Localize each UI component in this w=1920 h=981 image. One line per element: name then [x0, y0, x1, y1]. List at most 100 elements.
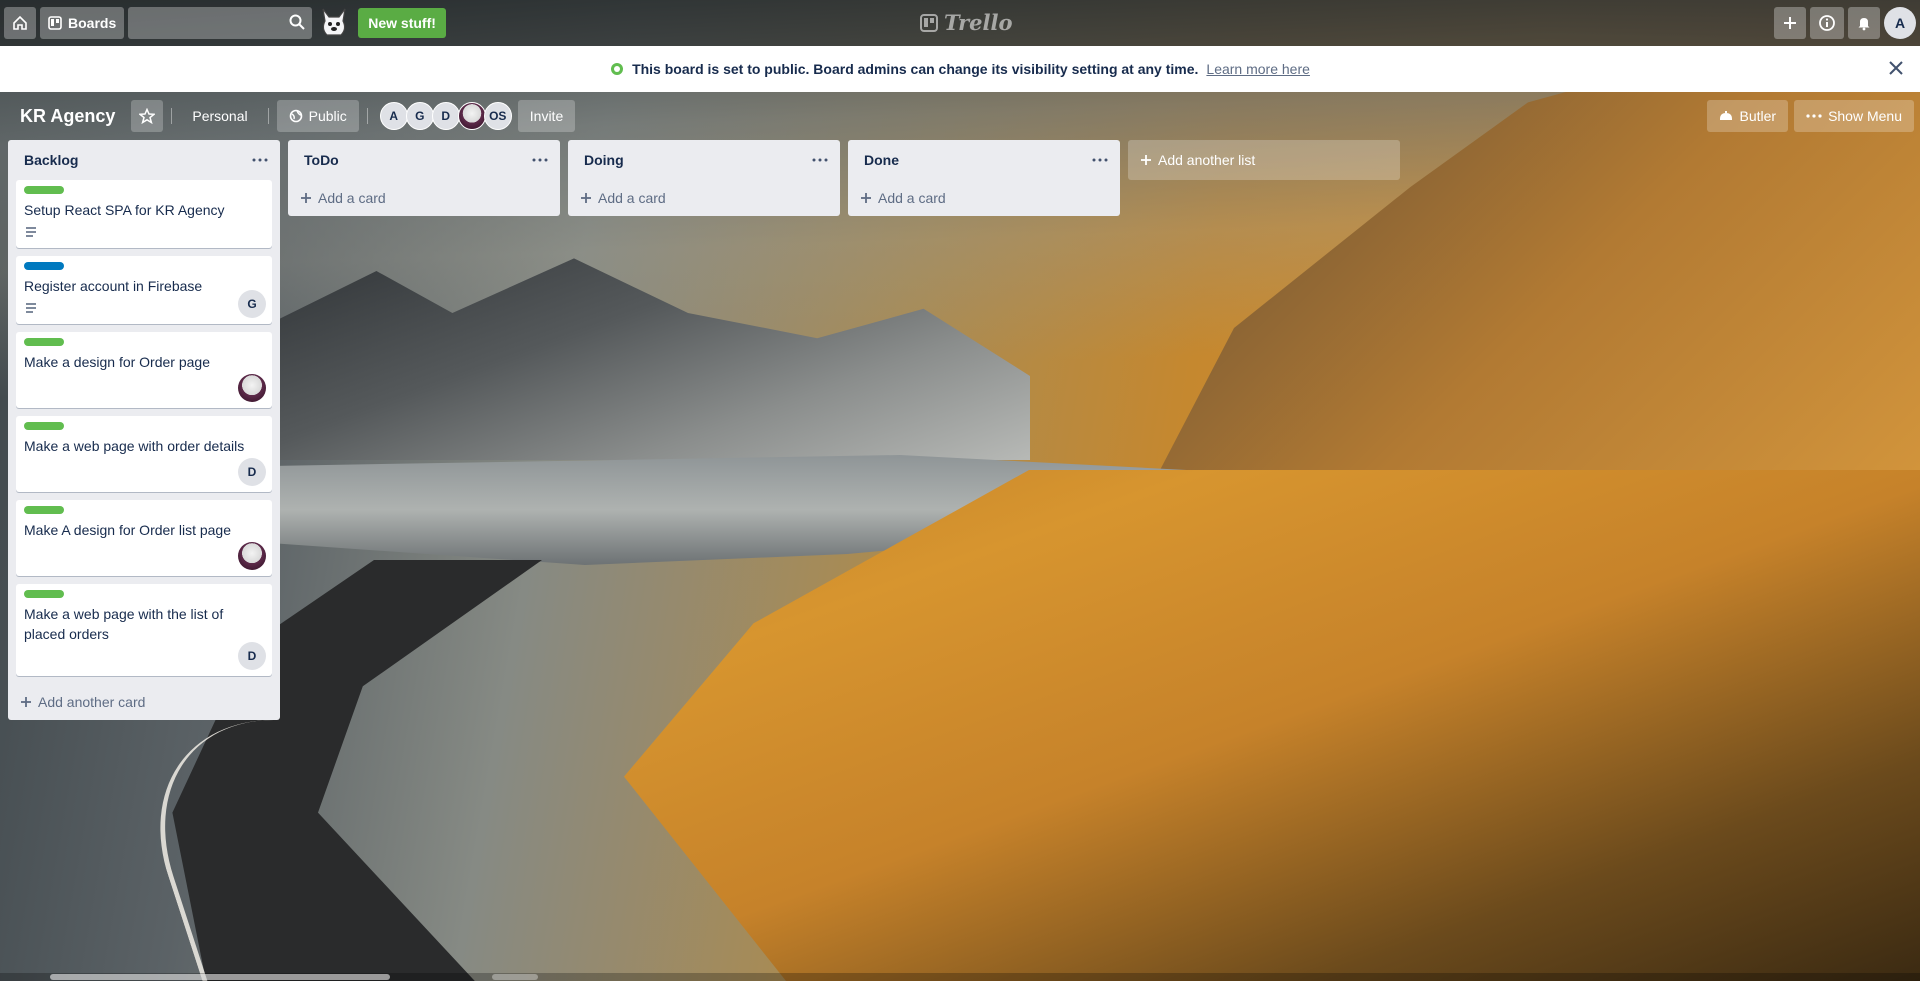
star-button[interactable]: [131, 100, 164, 132]
list-menu-icon[interactable]: [532, 158, 548, 162]
star-icon: [139, 108, 156, 124]
divider: [366, 108, 368, 124]
list-menu-icon[interactable]: [812, 158, 828, 162]
list-header: Done: [856, 140, 1112, 180]
scrollbar-thumb[interactable]: [50, 974, 390, 980]
horizontal-scrollbar[interactable]: [0, 973, 1920, 981]
divider: [171, 108, 173, 124]
list-title[interactable]: Done: [864, 152, 899, 168]
card-label-green[interactable]: [24, 186, 64, 194]
show-menu-button[interactable]: Show Menu: [1794, 100, 1914, 132]
card-title: Register account in Firebase: [24, 278, 203, 294]
card[interactable]: Make a web page with order details D: [16, 416, 272, 492]
visibility-button[interactable]: Public: [276, 100, 359, 132]
card-badges: [24, 296, 264, 320]
add-card-button[interactable]: Add another card: [16, 684, 272, 720]
board-header: KR Agency Personal Public A G D OS Invit…: [0, 96, 1920, 136]
card-title: Make a design for Order page: [24, 354, 210, 370]
card-label-green[interactable]: [24, 338, 64, 346]
home-icon: [13, 15, 27, 30]
card-label-green[interactable]: [24, 590, 64, 598]
member-avatar[interactable]: D: [431, 102, 460, 130]
globe-icon: [611, 63, 624, 75]
add-card-label: Add a card: [878, 190, 946, 206]
notifications-button[interactable]: [1848, 7, 1880, 39]
member-avatar[interactable]: OS: [483, 102, 512, 130]
add-card-button[interactable]: Add a card: [856, 180, 1112, 216]
card[interactable]: Make a web page with the list of placed …: [16, 584, 272, 676]
board-title[interactable]: KR Agency: [12, 106, 123, 127]
list-title[interactable]: ToDo: [304, 152, 339, 168]
team-label: Personal: [192, 108, 248, 124]
close-icon[interactable]: [1886, 58, 1906, 78]
add-card-label: Add a card: [598, 190, 666, 206]
card-member-avatar[interactable]: D: [238, 642, 266, 670]
user-avatar[interactable]: A: [1884, 7, 1916, 39]
list-title[interactable]: Doing: [584, 152, 624, 168]
butler-button[interactable]: Butler: [1707, 100, 1789, 132]
member-avatar-photo[interactable]: [457, 102, 486, 130]
card-title: Make a web page with the list of placed …: [24, 606, 224, 642]
card[interactable]: Register account in Firebase G: [16, 256, 272, 324]
divider: [267, 108, 269, 124]
list-done[interactable]: Done Add a card: [848, 140, 1120, 216]
invite-button[interactable]: Invite: [517, 100, 576, 132]
add-list-label: Add another list: [1158, 152, 1256, 168]
list-menu-icon[interactable]: [252, 158, 268, 162]
card[interactable]: Make a design for Order page: [16, 332, 272, 408]
card-label-green[interactable]: [24, 506, 64, 514]
plus-icon: [1784, 17, 1796, 29]
add-list-button[interactable]: Add another list: [1128, 140, 1400, 180]
public-board-banner: This board is set to public. Board admin…: [0, 46, 1920, 92]
card-badges: [24, 220, 264, 244]
header-actions: A: [1774, 7, 1916, 39]
card-label-blue[interactable]: [24, 262, 64, 270]
list-title[interactable]: Backlog: [24, 152, 78, 168]
card-label-green[interactable]: [24, 422, 64, 430]
show-menu-label: Show Menu: [1828, 108, 1902, 124]
card-member-avatar-photo[interactable]: [238, 542, 266, 570]
top-header: Boards New stuff! Trello A: [0, 0, 1920, 46]
plus-icon: [301, 193, 311, 203]
background-road-line: [117, 720, 463, 981]
trello-logo[interactable]: Trello: [920, 10, 1013, 35]
card-member-avatar[interactable]: D: [238, 458, 266, 486]
home-button[interactable]: [4, 7, 36, 39]
search-icon: [289, 14, 305, 30]
create-button[interactable]: [1774, 7, 1806, 39]
learn-more-link[interactable]: Learn more here: [1206, 61, 1310, 77]
list-header: Doing: [576, 140, 832, 180]
plus-icon: [861, 193, 871, 203]
new-stuff-button[interactable]: New stuff!: [358, 8, 446, 38]
board-lists: Backlog Setup React SPA for KR Agency Re…: [8, 140, 1400, 720]
description-icon: [26, 303, 36, 313]
card[interactable]: Make A design for Order list page: [16, 500, 272, 576]
bell-icon: [1858, 18, 1870, 31]
list-todo[interactable]: ToDo Add a card: [288, 140, 560, 216]
taco-mascot-icon[interactable]: [316, 5, 352, 41]
boards-label: Boards: [68, 15, 117, 31]
add-card-label: Add another card: [38, 694, 146, 710]
board-members: A G D OS: [379, 102, 512, 130]
add-card-button[interactable]: Add a card: [576, 180, 832, 216]
globe-icon: [289, 109, 302, 123]
info-icon: [1819, 15, 1835, 31]
list-backlog[interactable]: Backlog Setup React SPA for KR Agency Re…: [8, 140, 280, 720]
list-doing[interactable]: Doing Add a card: [568, 140, 840, 216]
info-button[interactable]: [1810, 7, 1844, 39]
add-card-button[interactable]: Add a card: [296, 180, 552, 216]
member-avatar[interactable]: G: [405, 102, 434, 130]
card-member-avatar-photo[interactable]: [238, 374, 266, 402]
card-member-avatar[interactable]: G: [238, 290, 266, 318]
list-menu-icon[interactable]: [1092, 158, 1108, 162]
banner-message: This board is set to public. Board admin…: [632, 61, 1199, 77]
card[interactable]: Setup React SPA for KR Agency: [16, 180, 272, 248]
team-button[interactable]: Personal: [180, 100, 259, 132]
list-header: Backlog: [16, 140, 272, 180]
member-avatar[interactable]: A: [379, 102, 408, 130]
scrollbar-thumb-secondary[interactable]: [492, 974, 538, 980]
trello-logo-text: Trello: [944, 10, 1013, 35]
visibility-label: Public: [308, 108, 347, 124]
boards-button[interactable]: Boards: [40, 7, 125, 39]
search-input[interactable]: [128, 7, 313, 39]
